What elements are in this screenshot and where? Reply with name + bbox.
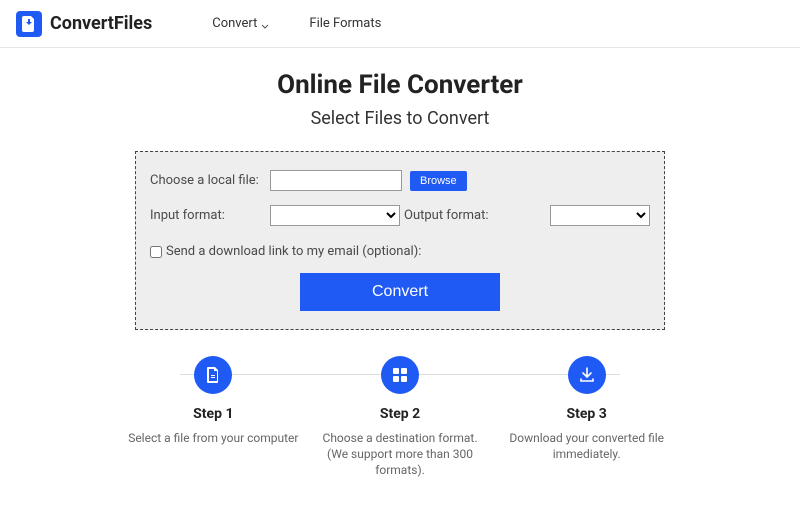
step-2-title: Step 2 bbox=[315, 406, 486, 422]
step-3-desc: Download your converted file immediately… bbox=[501, 430, 672, 462]
email-checkbox[interactable] bbox=[150, 246, 162, 258]
step-2: Step 2 Choose a destination format. (We … bbox=[307, 356, 494, 479]
output-format-label: Output format: bbox=[404, 208, 489, 223]
step-1-title: Step 1 bbox=[128, 406, 299, 422]
converter-panel: Choose a local file: Browse Input format… bbox=[135, 151, 665, 330]
grid-icon bbox=[381, 356, 419, 394]
step-1-desc: Select a file from your computer bbox=[128, 430, 299, 446]
input-format-label: Input format: bbox=[150, 208, 270, 223]
converter-container: Choose a local file: Browse Input format… bbox=[0, 151, 800, 330]
convert-button[interactable]: Convert bbox=[300, 273, 500, 311]
logo-icon bbox=[16, 11, 42, 37]
page-title: Online File Converter bbox=[0, 70, 800, 100]
hero: Online File Converter Select Files to Co… bbox=[0, 48, 800, 129]
step-3: Step 3 Download your converted file imme… bbox=[493, 356, 680, 479]
nav-convert[interactable]: Convert bbox=[212, 16, 269, 31]
steps: Step 1 Select a file from your computer … bbox=[120, 356, 680, 479]
brand-name: ConvertFiles bbox=[50, 13, 152, 34]
nav-file-formats[interactable]: File Formats bbox=[309, 16, 381, 31]
logo[interactable]: ConvertFiles bbox=[16, 11, 152, 37]
chevron-down-icon bbox=[261, 20, 269, 28]
file-path-input[interactable] bbox=[270, 170, 402, 191]
input-format-select[interactable] bbox=[270, 205, 400, 226]
download-icon bbox=[568, 356, 606, 394]
file-icon bbox=[194, 356, 232, 394]
step-3-title: Step 3 bbox=[501, 406, 672, 422]
header: ConvertFiles Convert File Formats bbox=[0, 0, 800, 48]
step-2-desc: Choose a destination format. (We support… bbox=[315, 430, 486, 479]
nav-convert-label: Convert bbox=[212, 16, 257, 31]
row-email: Send a download link to my email (option… bbox=[150, 244, 650, 259]
row-convert: Convert bbox=[150, 273, 650, 311]
nav: Convert File Formats bbox=[212, 16, 381, 31]
row-choose-file: Choose a local file: Browse bbox=[150, 170, 650, 191]
step-1: Step 1 Select a file from your computer bbox=[120, 356, 307, 479]
output-format-select[interactable] bbox=[550, 205, 650, 226]
choose-file-label: Choose a local file: bbox=[150, 173, 270, 188]
nav-file-formats-label: File Formats bbox=[309, 16, 381, 31]
page-subtitle: Select Files to Convert bbox=[0, 108, 800, 129]
row-formats: Input format: Output format: bbox=[150, 205, 650, 226]
email-label: Send a download link to my email (option… bbox=[166, 244, 421, 259]
browse-button[interactable]: Browse bbox=[410, 171, 467, 191]
